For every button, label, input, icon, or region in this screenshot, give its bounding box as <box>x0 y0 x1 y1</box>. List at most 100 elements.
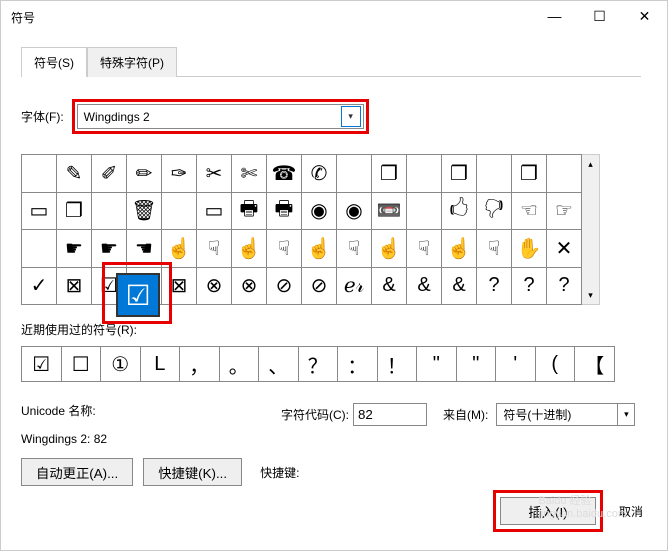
scroll-down[interactable]: ▾ <box>582 286 599 304</box>
symbol-cell[interactable] <box>477 155 512 193</box>
symbol-cell[interactable]: 🖶 <box>232 192 267 230</box>
symbol-cell[interactable]: 📼 <box>372 192 407 230</box>
symbol-cell[interactable] <box>92 192 127 230</box>
selected-symbol-highlight: ☑ <box>102 262 172 324</box>
symbol-cell[interactable]: ◉ <box>337 192 372 230</box>
shortcut-label: 快捷键: <box>260 464 299 481</box>
recent-symbol-cell[interactable]: " <box>417 347 457 382</box>
symbol-cell[interactable]: & <box>442 267 477 305</box>
symbol-cell[interactable]: ✐ <box>92 155 127 193</box>
symbol-cell[interactable]: ☜ <box>512 192 547 230</box>
font-dropdown[interactable]: Wingdings 2 ▾ <box>77 104 364 129</box>
symbol-cell[interactable]: & <box>372 267 407 305</box>
symbol-cell[interactable]: ❐ <box>372 155 407 193</box>
font-value: Wingdings 2 <box>84 110 150 124</box>
recent-symbol-cell[interactable]: L <box>140 347 180 382</box>
symbol-cell[interactable] <box>22 230 57 268</box>
recent-symbol-cell[interactable]: ☐ <box>61 347 101 382</box>
symbol-cell[interactable]: ☛ <box>57 230 92 268</box>
recent-symbol-cell[interactable]: " <box>456 347 496 382</box>
recent-symbol-cell[interactable]: ， <box>180 347 220 382</box>
symbol-cell[interactable]: ▭ <box>197 192 232 230</box>
symbol-cell[interactable]: ✆ <box>302 155 337 193</box>
symbol-cell[interactable]: ☝ <box>442 230 477 268</box>
from-value: 符号(十进制) <box>503 406 571 423</box>
unicode-name-value: Wingdings 2: 82 <box>21 432 647 446</box>
symbol-cell[interactable]: ✏ <box>127 155 162 193</box>
symbol-cell[interactable]: ▭ <box>22 192 57 230</box>
symbol-cell[interactable]: ❐ <box>442 155 477 193</box>
autocorrect-button[interactable]: 自动更正(A)... <box>21 458 133 486</box>
symbol-cell[interactable]: ✄ <box>232 155 267 193</box>
maximize-button[interactable]: ☐ <box>577 1 622 31</box>
symbol-cell[interactable]: ☟ <box>337 230 372 268</box>
recent-symbol-cell[interactable]: ！ <box>377 347 417 382</box>
symbol-cell[interactable]: ❐ <box>512 155 547 193</box>
symbol-cell[interactable]: ☝ <box>372 230 407 268</box>
recent-symbol-cell[interactable]: ' <box>496 347 536 382</box>
recent-symbol-cell[interactable]: ( <box>535 347 575 382</box>
symbol-cell[interactable]: ✂ <box>197 155 232 193</box>
symbol-cell[interactable]: ⊗ <box>197 267 232 305</box>
symbol-cell[interactable]: ☟ <box>197 230 232 268</box>
symbol-cell[interactable] <box>407 192 442 230</box>
char-code-input[interactable] <box>353 403 427 426</box>
recent-symbol-cell[interactable]: ① <box>101 347 141 382</box>
shortcut-key-button[interactable]: 快捷键(K)... <box>143 458 242 486</box>
symbol-cell[interactable]: ☟ <box>267 230 302 268</box>
recent-symbol-cell[interactable]: 【 <box>575 347 615 382</box>
symbol-cell[interactable]: ✕ <box>547 230 582 268</box>
symbol-cell[interactable]: ? <box>512 267 547 305</box>
recent-symbol-cell[interactable]: 、 <box>259 347 299 382</box>
symbol-cell[interactable]: ? <box>547 267 582 305</box>
symbol-cell[interactable]: ? <box>477 267 512 305</box>
recent-symbols-grid[interactable]: ☑☐①L，。、？：！""'(【 <box>21 346 615 382</box>
recent-symbol-cell[interactable]: ？ <box>298 347 338 382</box>
close-button[interactable]: ✕ <box>622 1 667 31</box>
selected-symbol[interactable]: ☑ <box>116 273 160 317</box>
symbol-cell[interactable]: ⊘ <box>302 267 337 305</box>
symbol-cell[interactable]: ✑ <box>162 155 197 193</box>
symbol-cell[interactable] <box>547 155 582 193</box>
symbol-cell[interactable]: ⊗ <box>232 267 267 305</box>
symbol-cell[interactable]: ☝ <box>232 230 267 268</box>
symbol-cell[interactable]: ⊘ <box>267 267 302 305</box>
symbol-cell[interactable]: ☟ <box>407 230 442 268</box>
scroll-track[interactable] <box>582 173 599 286</box>
insert-button[interactable]: 插入(I) <box>500 497 596 525</box>
symbol-cell[interactable]: ❐ <box>57 192 92 230</box>
recent-symbol-cell[interactable]: ： <box>338 347 378 382</box>
symbol-cell[interactable] <box>407 155 442 193</box>
cancel-button[interactable]: 取消 <box>619 503 643 520</box>
symbol-cell[interactable]: ℯ𝓇 <box>337 267 372 305</box>
symbol-cell[interactable] <box>162 192 197 230</box>
symbol-cell[interactable]: 🗑 <box>127 192 162 230</box>
symbol-cell[interactable]: ☞ <box>547 192 582 230</box>
recent-symbol-cell[interactable]: ☑ <box>22 347 62 382</box>
from-dropdown[interactable]: 符号(十进制) <box>496 403 618 426</box>
symbol-cell[interactable]: ⊠ <box>57 267 92 305</box>
symbol-cell[interactable]: ☟ <box>477 230 512 268</box>
symbol-cell[interactable] <box>22 155 57 193</box>
symbol-cell[interactable]: 🖓 <box>477 192 512 230</box>
from-label: 来自(M): <box>443 406 488 423</box>
chevron-down-icon[interactable]: ▾ <box>341 106 361 127</box>
symbol-cell[interactable]: & <box>407 267 442 305</box>
symbol-cell[interactable]: 🖶 <box>267 192 302 230</box>
char-code-label: 字符代码(C): <box>281 406 349 423</box>
window-title: 符号 <box>11 9 35 26</box>
tab-special-chars[interactable]: 特殊字符(P) <box>87 47 177 77</box>
chevron-down-icon[interactable]: ▾ <box>617 403 635 426</box>
minimize-button[interactable]: — <box>532 1 577 31</box>
recent-symbol-cell[interactable]: 。 <box>219 347 259 382</box>
symbol-cell[interactable]: ✎ <box>57 155 92 193</box>
symbol-cell[interactable]: ✓ <box>22 267 57 305</box>
symbol-cell[interactable]: 🖒 <box>442 192 477 230</box>
tab-symbols[interactable]: 符号(S) <box>21 47 87 77</box>
symbol-cell[interactable] <box>337 155 372 193</box>
symbol-cell[interactable]: ☝ <box>302 230 337 268</box>
symbol-cell[interactable]: ☎ <box>267 155 302 193</box>
scroll-up[interactable]: ▴ <box>582 155 599 173</box>
symbol-cell[interactable]: ✋ <box>512 230 547 268</box>
symbol-cell[interactable]: ◉ <box>302 192 337 230</box>
